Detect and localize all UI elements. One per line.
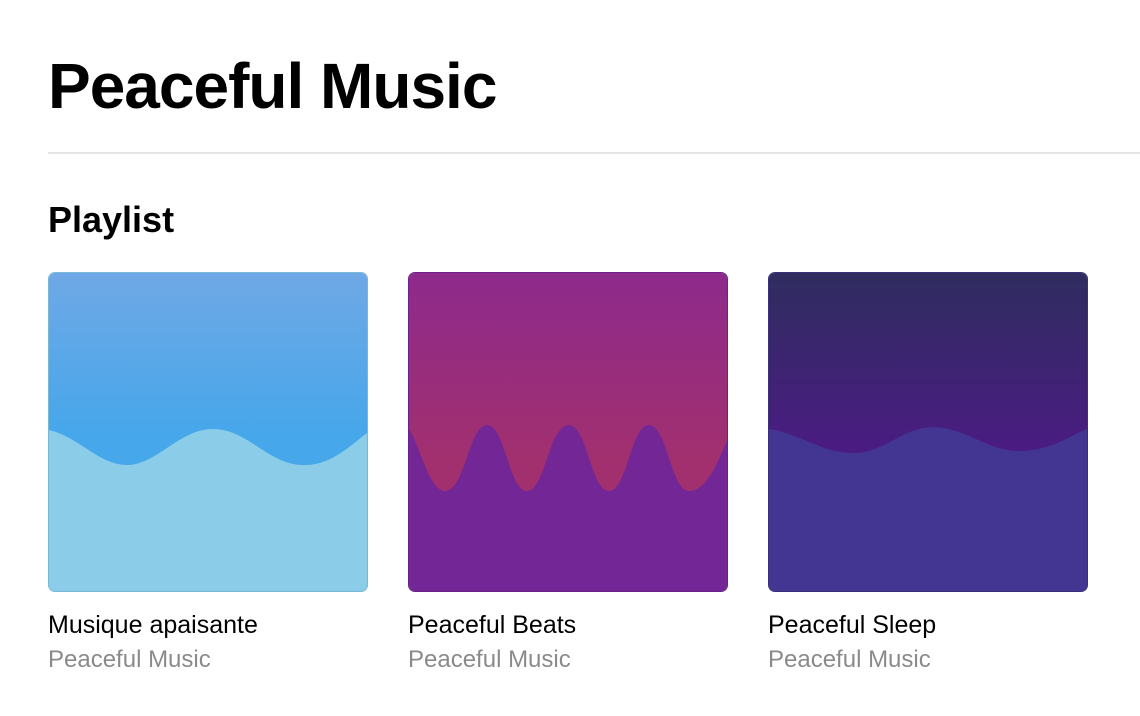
- wave-artwork-icon: [409, 273, 727, 591]
- artwork-wave: [769, 427, 1087, 591]
- playlist-artwork[interactable]: [768, 272, 1088, 592]
- playlist-title[interactable]: Peaceful Beats: [408, 608, 728, 642]
- playlist-card-musique-apaisante[interactable]: Musique apaisante Peaceful Music: [48, 272, 368, 676]
- header-divider: [48, 152, 1140, 154]
- playlist-artwork[interactable]: [408, 272, 728, 592]
- playlist-card-peaceful-beats[interactable]: Peaceful Beats Peaceful Music: [408, 272, 728, 676]
- wave-artwork-icon: [49, 273, 367, 591]
- playlist-subtitle[interactable]: Peaceful Music: [408, 644, 728, 676]
- playlist-title[interactable]: Musique apaisante: [48, 608, 368, 642]
- playlist-grid: Musique apaisante Peaceful Music Peacefu: [48, 272, 1088, 676]
- playlist-subtitle[interactable]: Peaceful Music: [768, 644, 1088, 676]
- page: Peaceful Music Playlist Musique apaisant…: [0, 0, 1140, 716]
- playlist-title[interactable]: Peaceful Sleep: [768, 608, 1088, 642]
- page-title: Peaceful Music: [48, 50, 497, 122]
- playlist-card-peaceful-sleep[interactable]: Peaceful Sleep Peaceful Music: [768, 272, 1088, 676]
- playlist-artwork[interactable]: [48, 272, 368, 592]
- playlist-subtitle[interactable]: Peaceful Music: [48, 644, 368, 676]
- section-title: Playlist: [48, 199, 175, 240]
- wave-artwork-icon: [769, 273, 1087, 591]
